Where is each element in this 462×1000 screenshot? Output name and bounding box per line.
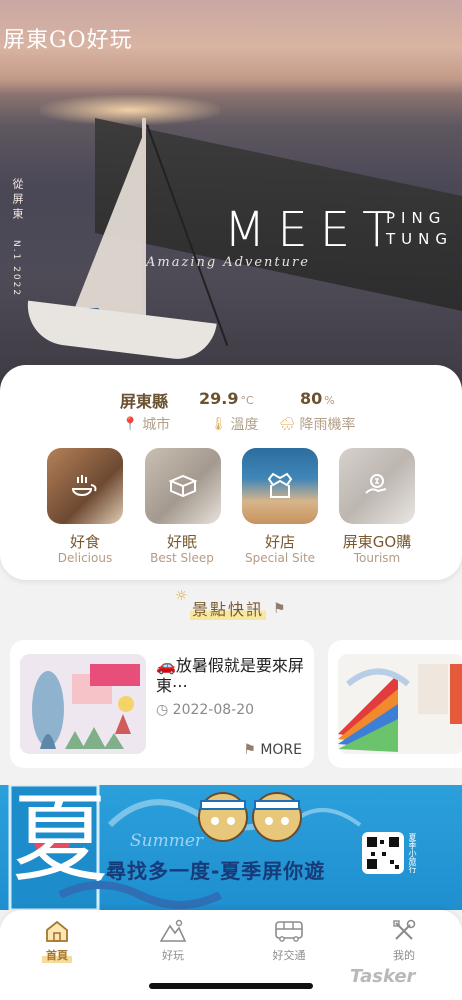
- qr-code: [362, 832, 404, 874]
- city-label: 📍 城市: [122, 414, 170, 434]
- bed-icon: [168, 474, 198, 498]
- hero-issue-number: N.1 2022: [11, 240, 21, 298]
- city-label-text: 城市: [142, 417, 171, 433]
- hero-tagline: Amazing Adventure: [146, 255, 310, 270]
- banner-slogan: 尋找多一度-夏季屏你遊: [106, 859, 326, 883]
- city-value: 屏東縣: [120, 392, 169, 411]
- category-title-shop[interactable]: 好店: [225, 531, 335, 552]
- temperature-value: 29.9 °C: [199, 389, 254, 408]
- category-tile-sleep[interactable]: [145, 448, 221, 524]
- clock-icon: ◷: [156, 702, 169, 718]
- tab-profile-label: 我的: [393, 949, 415, 962]
- car-icon: 🚗: [156, 656, 176, 675]
- tab-transport[interactable]: 好交通: [249, 918, 329, 963]
- info-card: 屏東縣 29.9 °C 80% 📍 城市 🌡 溫度 🌧 降雨機率 好食 Deli…: [0, 365, 462, 580]
- news-title-text: 放暑假就是要來屏東⋯: [156, 656, 304, 695]
- more-link[interactable]: ⚑ MORE: [243, 742, 302, 758]
- mascot-illustration: [198, 792, 302, 842]
- hero-ping: PING: [386, 209, 447, 227]
- news-poster-illustration: [20, 654, 146, 754]
- more-link-text: MORE: [260, 742, 302, 758]
- news-poster-illustration-2: [338, 654, 462, 754]
- sail: [68, 135, 143, 325]
- hero-pingtung: PING TUNG: [386, 208, 453, 250]
- category-title-sleep[interactable]: 好眠: [127, 531, 237, 552]
- tab-transport-label: 好交通: [272, 949, 306, 962]
- category-tile-food[interactable]: [47, 448, 123, 524]
- rain-value: 80%: [300, 389, 335, 408]
- temperature-label: 🌡 溫度: [210, 414, 259, 434]
- qr-code-icon: [367, 837, 399, 869]
- sun-icon: ☼: [175, 588, 188, 604]
- home-icon: [46, 920, 68, 942]
- tab-fun[interactable]: 好玩: [133, 918, 213, 963]
- tab-fun-label: 好玩: [162, 949, 184, 962]
- temperature-label-text: 溫度: [230, 417, 259, 433]
- category-subtitle-food: Delicious: [57, 551, 113, 565]
- qr-label: 夏季小旅行: [408, 833, 417, 873]
- tab-home-label: 首頁: [42, 947, 72, 963]
- sunset-glow: [40, 95, 220, 125]
- category-subtitle-shop: Special Site: [244, 551, 316, 565]
- hero-tung: TUNG: [386, 230, 453, 248]
- signpost-icon: ⚑: [273, 601, 286, 617]
- category-tile-shop[interactable]: [242, 448, 318, 524]
- tab-home[interactable]: 首頁: [17, 918, 97, 963]
- shop-icon: [267, 472, 293, 498]
- news-card[interactable]: 🚗放暑假就是要來屏東⋯ ◷ 2022-08-20 ⚑ MORE: [10, 640, 314, 768]
- banner-summer-label: Summer: [130, 831, 204, 851]
- summer-banner[interactable]: 夏 Summer 尋找多一度-夏季屏你遊 夏季小旅行: [0, 785, 462, 910]
- rain-label: 🌧 降雨機率: [279, 414, 356, 434]
- news-title[interactable]: 🚗放暑假就是要來屏東⋯: [156, 656, 306, 696]
- bus-icon: [275, 921, 303, 942]
- rain-cloud-icon: 🌧: [279, 416, 296, 432]
- thermometer-icon: 🌡: [210, 416, 227, 432]
- location-pin-icon: 📍: [122, 416, 139, 432]
- summer-character: 夏: [12, 785, 108, 895]
- watermark: Tasker: [350, 966, 416, 987]
- tools-icon: [393, 919, 416, 940]
- category-title-shopping[interactable]: 屏東GO購: [322, 531, 432, 552]
- news-card-2[interactable]: [328, 640, 462, 768]
- hero-meet: MEET: [224, 202, 404, 258]
- shopping-bag-icon: [365, 474, 387, 494]
- rain-unit: %: [324, 394, 335, 407]
- brand-logo: 屏東GO好玩: [3, 28, 133, 53]
- rain-label-text: 降雨機率: [299, 417, 356, 433]
- signpost-icon: ⚑: [243, 742, 256, 758]
- temperature-number: 29.9: [199, 389, 239, 408]
- category-title-food[interactable]: 好食: [30, 531, 140, 552]
- category-subtitle-shopping: Tourism: [353, 551, 401, 565]
- category-subtitle-sleep: Best Sleep: [150, 551, 214, 565]
- news-date-text: 2022-08-20: [172, 702, 255, 718]
- food-icon: [71, 475, 97, 496]
- news-image-2: [338, 654, 462, 754]
- mountain-icon: [159, 919, 187, 942]
- home-indicator[interactable]: [149, 983, 313, 989]
- news-image: [20, 654, 146, 754]
- section-title-news: 景點快訊: [190, 596, 267, 620]
- hero-vertical-text: 從屏東: [11, 178, 24, 223]
- news-date: ◷ 2022-08-20: [156, 702, 254, 718]
- category-tile-shopping[interactable]: [339, 448, 415, 524]
- tab-profile[interactable]: 我的: [364, 918, 444, 963]
- hero-banner: 屏東GO好玩 從屏東 N.1 2022 MEET PING TUNG Amazi…: [0, 0, 462, 395]
- rain-number: 80: [300, 389, 323, 408]
- temperature-unit: °C: [240, 394, 254, 407]
